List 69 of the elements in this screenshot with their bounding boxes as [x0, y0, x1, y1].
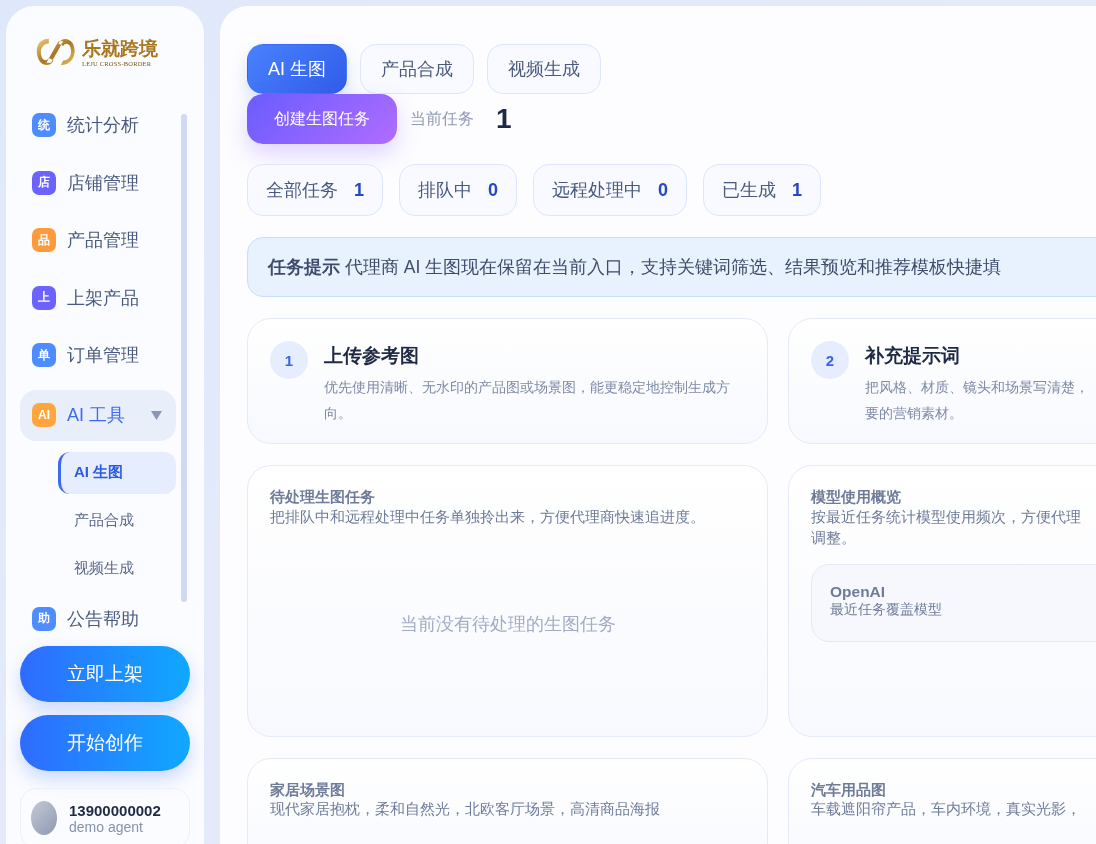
- template-description: 现代家居抱枕，柔和自然光，北欧客厅场景，高清商品海报: [270, 800, 661, 819]
- nav-label: 产品管理: [67, 229, 139, 252]
- filter-label: 全部任务: [266, 179, 338, 202]
- current-task-label: 当前任务: [410, 108, 474, 129]
- nav-badge: 上: [32, 285, 56, 310]
- template-description: 车载遮阳帘产品，车内环境，真实光影，: [811, 800, 1082, 819]
- nav-group[interactable]: AI AI 工具: [20, 389, 176, 441]
- caret-icon: [151, 410, 162, 420]
- filter-count: 1: [354, 179, 364, 201]
- step-number: 1: [270, 341, 308, 379]
- nav-item[interactable]: 统 统计分析: [20, 102, 176, 148]
- panel-description: 按最近任务统计模型使用频次，方便代理调整。: [811, 508, 1082, 548]
- template-title: 家居场景图: [270, 781, 346, 800]
- template-card[interactable]: 家居场景图 现代家居抱枕，柔和自然光，北欧客厅场景，高清商品海报: [247, 758, 768, 844]
- template-card[interactable]: 汽车用品图 车载遮阳帘产品，车内环境，真实光影，: [788, 758, 1096, 844]
- filter-label: 已生成: [722, 179, 777, 202]
- nav-subitem[interactable]: 视频生成: [58, 547, 176, 590]
- nav-label: 上架产品: [67, 286, 139, 310]
- nav-item[interactable]: 单 订单管理: [20, 332, 176, 378]
- panel-title: 模型使用概览: [811, 488, 902, 507]
- notice-text: 任务提示 代理商 AI 生图现在保留在当前入口，支持关键词筛选、结果预览和推荐模板快捷填: [268, 256, 1002, 279]
- template-title: 汽车用品图: [811, 781, 887, 800]
- nav-badge: 店: [32, 170, 56, 195]
- nav-badge: 统: [32, 113, 56, 137]
- step-description: 把风格、材质、镜头和场景写清楚，要的营销素材。: [865, 379, 1090, 423]
- empty-message: 当前没有待处理的生图任务: [399, 613, 616, 636]
- filter-count: 0: [488, 179, 499, 201]
- nav-subitem[interactable]: 产品合成: [58, 499, 176, 542]
- step-description: 优先使用清晰、无水印的产品图或场景图，能更稳定地控制生成方向。: [324, 379, 731, 423]
- filter-label: 排队中: [418, 179, 472, 202]
- user-name: demo agent: [69, 818, 144, 835]
- step-title: 补充提示词: [865, 344, 961, 368]
- action-button[interactable]: 开始创作: [20, 715, 190, 771]
- nav-label: 店铺管理: [67, 171, 139, 195]
- panel-description: 把排队中和远程处理中任务单独拎出来，方便代理商快速追进度。: [270, 508, 706, 527]
- nav-label: 公告帮助: [67, 607, 139, 631]
- tab[interactable]: AI 生图: [247, 44, 347, 94]
- nav-label: AI 工具: [67, 404, 125, 427]
- nav-item[interactable]: 品 产品管理: [20, 217, 176, 263]
- nav-item[interactable]: 上 上架产品: [20, 274, 176, 321]
- nav-item[interactable]: 助 公告帮助: [20, 595, 176, 642]
- panel-title: 待处理生图任务: [270, 488, 376, 507]
- step-number: 2: [811, 341, 849, 379]
- tab[interactable]: 产品合成: [360, 44, 474, 94]
- model-caption: 最近任务覆盖模型: [830, 601, 943, 619]
- current-task-count: 1: [496, 103, 512, 135]
- filter-label: 远程处理中: [552, 179, 643, 202]
- nav-badge: 品: [32, 228, 56, 252]
- nav-label: 统计分析: [67, 114, 139, 137]
- filter-count: 0: [658, 179, 669, 201]
- nav-badge: 单: [32, 343, 56, 367]
- create-task-button[interactable]: 创建生图任务: [247, 94, 397, 144]
- nav-subitem[interactable]: AI 生图: [58, 451, 176, 494]
- status-filter[interactable]: 已生成 1: [703, 164, 822, 216]
- status-filter[interactable]: 排队中 0: [399, 164, 518, 216]
- nav-badge: 助: [32, 606, 56, 631]
- avatar: [31, 801, 57, 835]
- status-filter[interactable]: 远程处理中 0: [533, 164, 688, 216]
- status-filter[interactable]: 全部任务 1: [247, 164, 383, 216]
- nav-label: 订单管理: [67, 344, 139, 367]
- nav-badge: AI: [32, 403, 56, 427]
- filter-count: 1: [792, 179, 803, 201]
- logo-name: 乐就跨境: [82, 37, 158, 60]
- step-title: 上传参考图: [324, 344, 420, 368]
- action-button[interactable]: 立即上架: [20, 646, 190, 702]
- nav-item[interactable]: 店 店铺管理: [20, 159, 176, 206]
- model-name: OpenAI: [830, 583, 887, 601]
- tab[interactable]: 视频生成: [487, 44, 601, 94]
- user-phone: 13900000002: [69, 801, 161, 819]
